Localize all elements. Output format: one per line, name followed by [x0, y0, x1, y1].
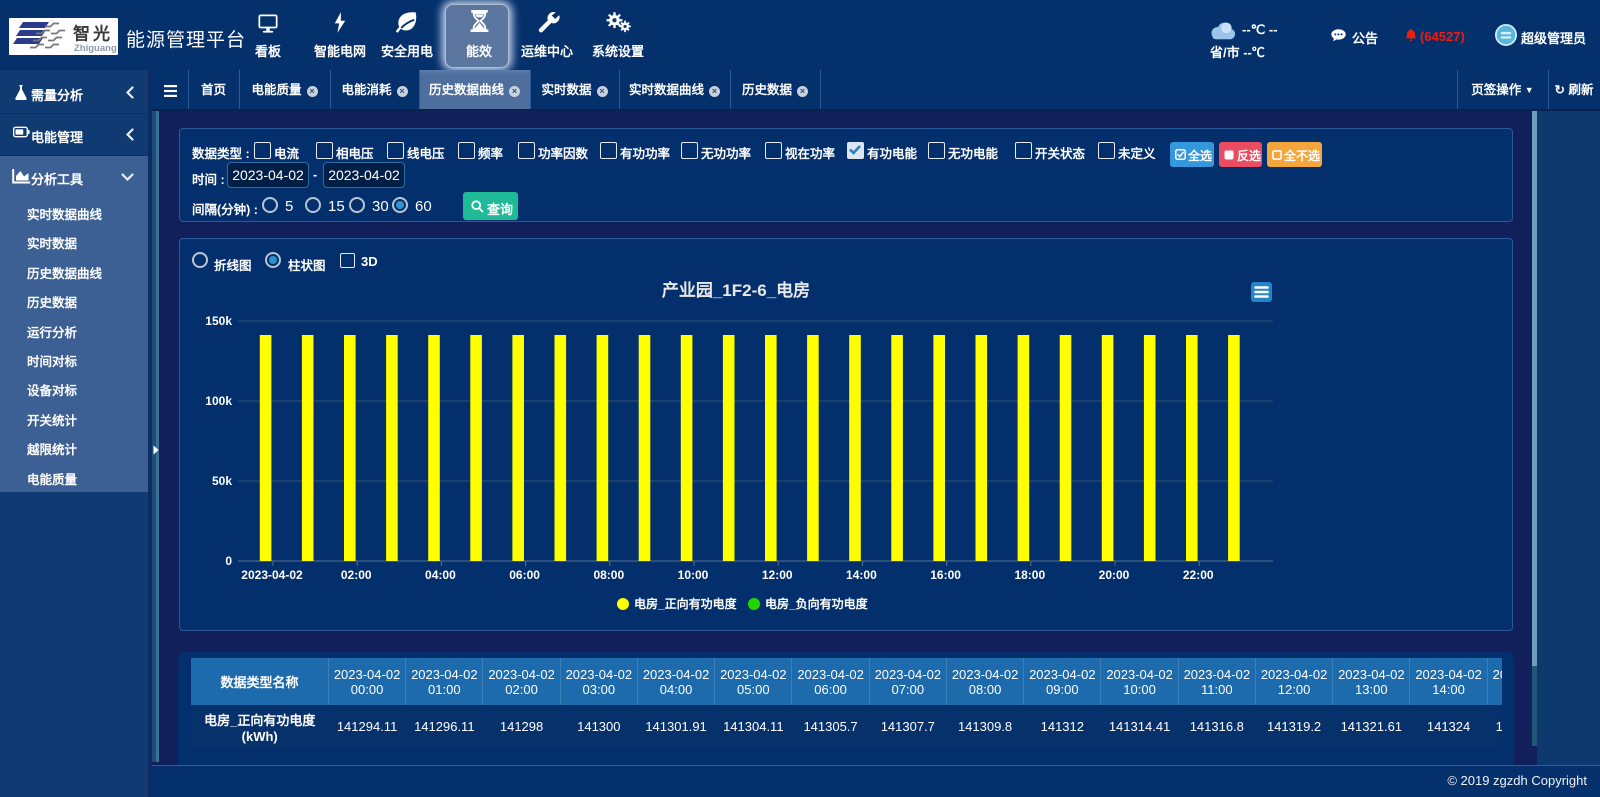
- svg-text:20:00: 20:00: [1099, 568, 1130, 582]
- svg-text:10:00: 10:00: [678, 568, 709, 582]
- svg-text:0: 0: [225, 554, 232, 568]
- svg-text:18:00: 18:00: [1014, 568, 1045, 582]
- svg-text:12:00: 12:00: [762, 568, 793, 582]
- svg-text:2023-04-02: 2023-04-02: [241, 568, 303, 582]
- svg-text:16:00: 16:00: [930, 568, 961, 582]
- svg-text:Zhiguang: Zhiguang: [74, 43, 117, 54]
- svg-text:50k: 50k: [212, 474, 232, 488]
- svg-text:08:00: 08:00: [593, 568, 624, 582]
- svg-text:14:00: 14:00: [846, 568, 877, 582]
- svg-text:150k: 150k: [205, 314, 232, 328]
- svg-text:产业园_1F2-6_电房: 产业园_1F2-6_电房: [662, 280, 810, 300]
- svg-text:22:00: 22:00: [1183, 568, 1214, 582]
- svg-text:100k: 100k: [205, 394, 232, 408]
- svg-text:04:00: 04:00: [425, 568, 456, 582]
- svg-text:电房_负向有功电度: 电房_负向有功电度: [765, 596, 869, 611]
- svg-text:智光: 智光: [73, 24, 113, 44]
- svg-text:06:00: 06:00: [509, 568, 540, 582]
- svg-text:02:00: 02:00: [341, 568, 372, 582]
- svg-text:电房_正向有功电度: 电房_正向有功电度: [634, 596, 738, 611]
